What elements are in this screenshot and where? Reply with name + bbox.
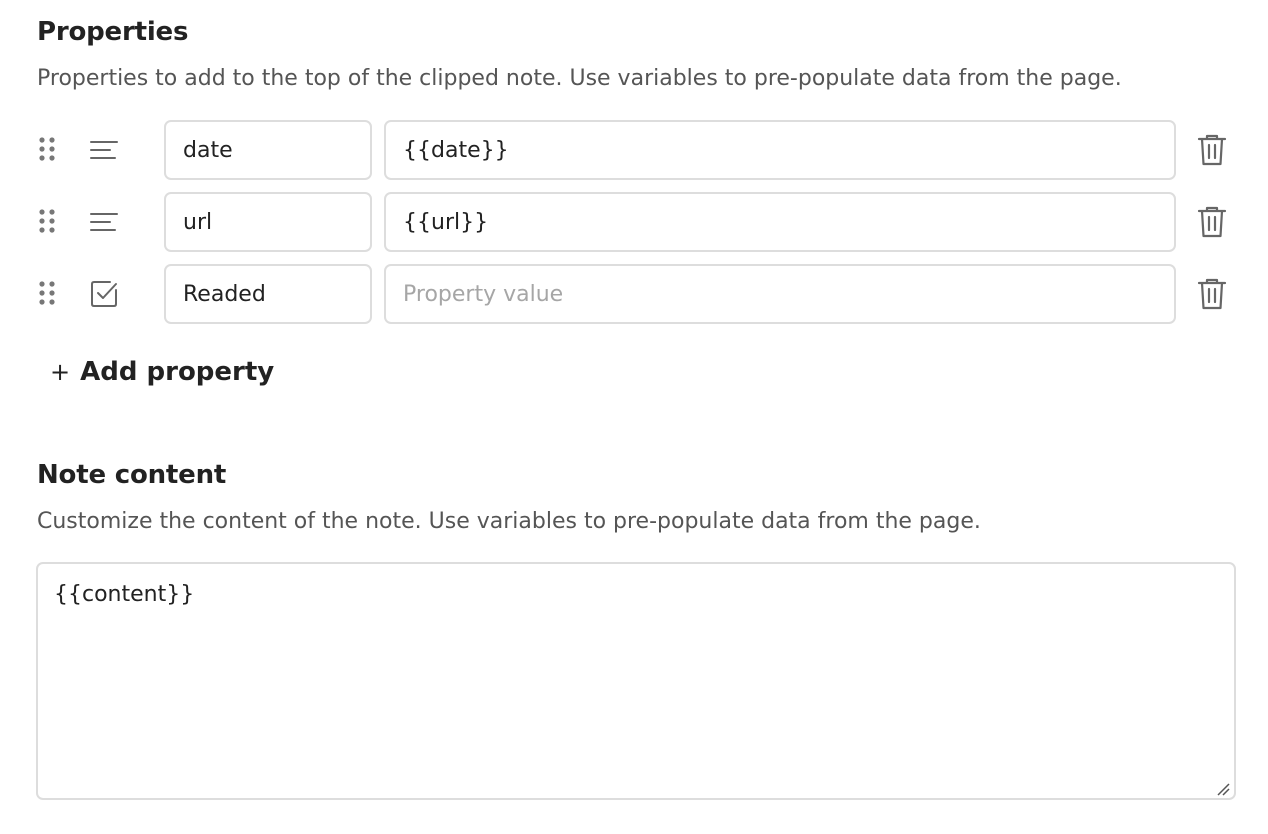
property-row (0, 264, 1268, 324)
checkbox-icon[interactable] (88, 278, 120, 310)
properties-description: Properties to add to the top of the clip… (37, 66, 1122, 91)
property-row (0, 192, 1268, 252)
text-lines-icon[interactable] (88, 206, 120, 238)
properties-heading: Properties (37, 17, 189, 47)
trash-icon[interactable] (1196, 133, 1228, 167)
add-property-button[interactable]: + Add property (50, 352, 274, 392)
drag-handle-icon[interactable] (35, 207, 59, 235)
trash-icon[interactable] (1196, 277, 1228, 311)
property-name-input[interactable] (164, 120, 372, 180)
property-name-input[interactable] (164, 264, 372, 324)
drag-handle-icon[interactable] (35, 135, 59, 163)
text-lines-icon[interactable] (88, 134, 120, 166)
property-row (0, 120, 1268, 180)
note-content-description: Customize the content of the note. Use v… (37, 509, 981, 534)
plus-icon: + (50, 358, 71, 386)
add-property-label: Add property (80, 357, 275, 387)
resize-handle-icon[interactable] (1216, 782, 1230, 796)
property-value-input[interactable] (384, 264, 1176, 324)
property-value-input[interactable] (384, 192, 1176, 252)
note-content-heading: Note content (37, 460, 227, 490)
note-content-textarea[interactable]: {{content}} (36, 562, 1236, 800)
property-name-input[interactable] (164, 192, 372, 252)
drag-handle-icon[interactable] (35, 279, 59, 307)
trash-icon[interactable] (1196, 205, 1228, 239)
property-value-input[interactable] (384, 120, 1176, 180)
